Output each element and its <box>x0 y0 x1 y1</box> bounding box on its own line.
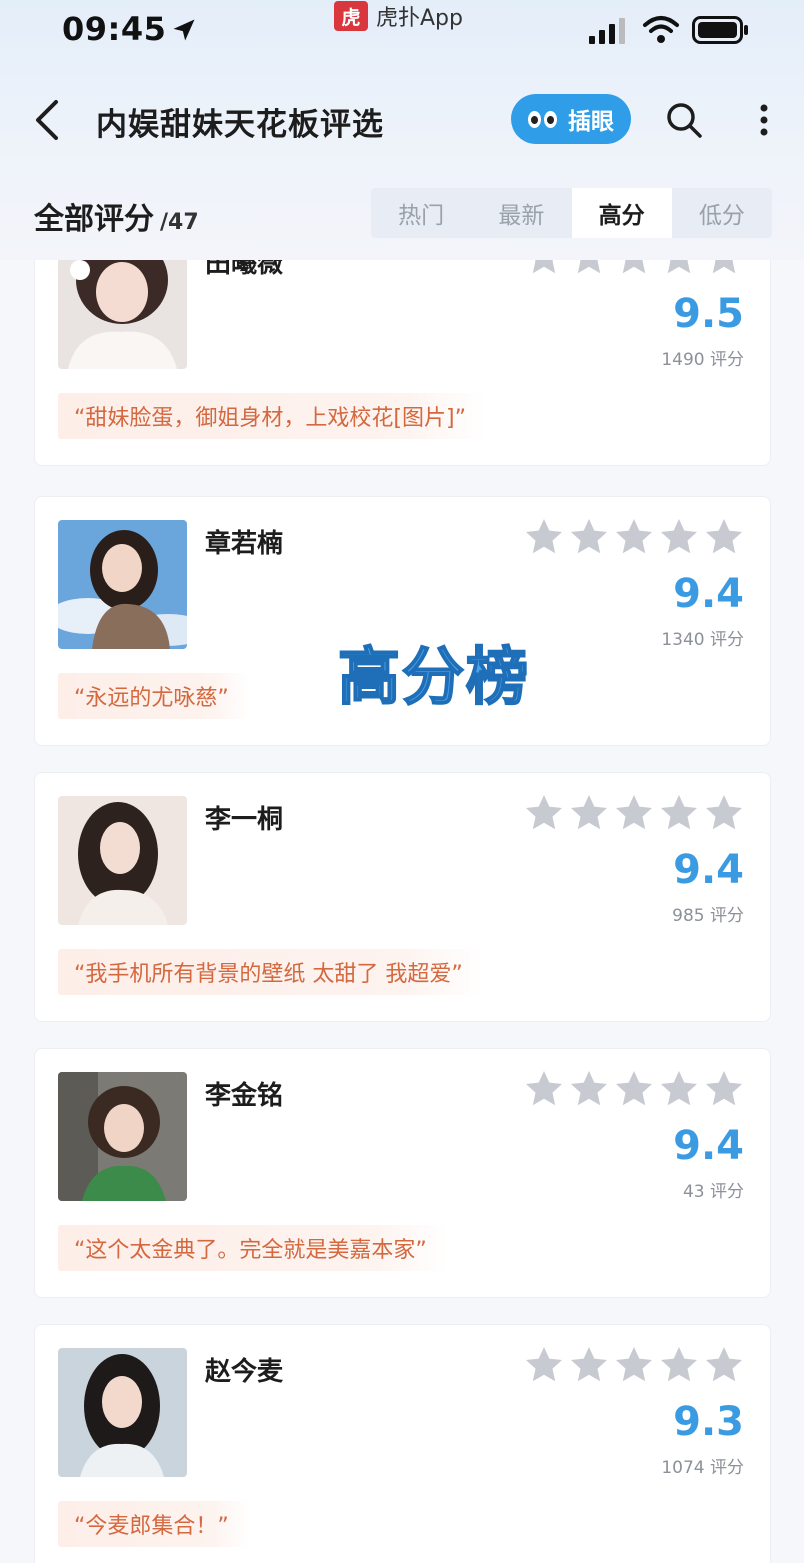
overlay-caption: 高分榜 <box>337 639 531 714</box>
star-icon <box>661 795 697 830</box>
person-name: 赵今麦 <box>205 1357 284 1387</box>
tab-latest[interactable]: 最新 <box>471 188 571 238</box>
eyes-icon <box>528 110 560 128</box>
star-icon <box>706 795 742 830</box>
score: 9.4 <box>673 571 744 617</box>
status-bar: 09:45 虎 虎扑App <box>0 0 804 62</box>
vote-count: 43 评分 <box>682 1182 744 1202</box>
rating-card[interactable]: 李一桐 9.4 985 评分 “我手机所有背景的壁纸 太甜了 我超爱” <box>34 772 771 1022</box>
location-arrow-icon <box>173 19 195 41</box>
rating-count: /47 <box>160 210 199 235</box>
star-icon <box>706 1347 742 1382</box>
score: 9.4 <box>673 1123 744 1169</box>
top-comment[interactable]: “这个太金典了。完全就是美嘉本家” <box>58 1225 447 1271</box>
vote-count: 985 评分 <box>672 906 744 926</box>
source-app-name: 虎扑App <box>376 6 463 31</box>
star-icon <box>616 1071 652 1106</box>
star-icon <box>661 519 697 554</box>
person-name: 李一桐 <box>205 805 284 835</box>
star-icon <box>622 260 646 274</box>
avatar <box>58 260 187 369</box>
person-name: 田曦薇 <box>205 260 284 279</box>
peek-button-label: 插眼 <box>568 109 614 135</box>
peek-button[interactable]: 插眼 <box>511 94 631 144</box>
avatar <box>58 1348 187 1477</box>
section-title: 全部评分/47 <box>34 194 199 238</box>
page-title: 内娱甜妹天花板评选 <box>96 107 384 143</box>
star-icon <box>616 519 652 554</box>
star-icon <box>577 260 601 274</box>
source-app-logo: 虎 <box>334 1 368 31</box>
rating-card[interactable]: 李金铭 9.4 43 评分 “这个太金典了。完全就是美嘉本家” <box>34 1048 771 1298</box>
person-name: 章若楠 <box>205 529 284 559</box>
star-icon <box>571 1071 607 1106</box>
avatar <box>58 796 187 925</box>
star-icon <box>706 519 742 554</box>
sort-tabs: 热门 最新 高分 低分 <box>371 188 772 238</box>
score: 9.5 <box>673 291 744 337</box>
star-icon <box>526 795 562 830</box>
tab-low-score[interactable]: 低分 <box>672 188 772 238</box>
score: 9.3 <box>673 1399 744 1445</box>
star-icon <box>571 1347 607 1382</box>
rating-card[interactable]: 田曦薇 9.5 1490 评分 “甜妹脸蛋，御姐身材，上戏校花[图片]” <box>34 260 771 466</box>
rating-card[interactable]: 赵今麦 9.3 1074 评分 “今麦郎集合！” <box>34 1324 771 1563</box>
star-rating <box>519 1069 744 1109</box>
avatar <box>58 520 187 649</box>
star-icon <box>661 1347 697 1382</box>
more-vertical-icon[interactable] <box>756 100 772 140</box>
top-comment[interactable]: “我手机所有背景的壁纸 太甜了 我超爱” <box>58 949 483 995</box>
star-rating <box>519 793 744 833</box>
vote-count: 1490 评分 <box>661 350 744 370</box>
top-comment[interactable]: “永远的尤咏慈” <box>58 673 249 719</box>
star-icon <box>526 519 562 554</box>
star-rating <box>519 260 744 277</box>
star-icon <box>616 1347 652 1382</box>
vote-count: 1340 评分 <box>661 630 744 650</box>
star-icon <box>526 1347 562 1382</box>
star-icon <box>532 260 556 274</box>
star-icon <box>526 1071 562 1106</box>
tab-hot[interactable]: 热门 <box>371 188 471 238</box>
star-rating <box>519 517 744 557</box>
avatar <box>58 1072 187 1201</box>
star-icon <box>667 260 691 274</box>
section-title-text: 全部评分 <box>34 202 154 237</box>
nav-bar: 内娱甜妹天花板评选 插眼 <box>0 80 804 160</box>
wifi-icon <box>643 16 679 43</box>
vote-count: 1074 评分 <box>661 1458 744 1478</box>
star-rating <box>519 1345 744 1385</box>
tab-high-score[interactable]: 高分 <box>571 188 672 238</box>
top-comment[interactable]: “甜妹脸蛋，御姐身材，上戏校花[图片]” <box>58 393 486 439</box>
status-time: 09:45 <box>62 10 167 48</box>
source-app[interactable]: 虎 虎扑App <box>334 0 463 32</box>
star-icon <box>571 795 607 830</box>
person-name: 李金铭 <box>205 1081 284 1111</box>
star-icon <box>616 795 652 830</box>
battery-icon <box>692 16 748 44</box>
rating-list[interactable]: 田曦薇 9.5 1490 评分 “甜妹脸蛋，御姐身材，上戏校花[图片]” 章若楠 <box>0 260 804 1563</box>
star-icon <box>706 1071 742 1106</box>
star-icon <box>712 260 736 274</box>
cellular-signal-icon <box>589 18 625 44</box>
top-comment[interactable]: “今麦郎集合！” <box>58 1501 249 1547</box>
star-icon <box>571 519 607 554</box>
search-icon[interactable] <box>664 100 704 140</box>
star-icon <box>661 1071 697 1106</box>
back-chevron-icon[interactable] <box>30 98 66 142</box>
score: 9.4 <box>673 847 744 893</box>
